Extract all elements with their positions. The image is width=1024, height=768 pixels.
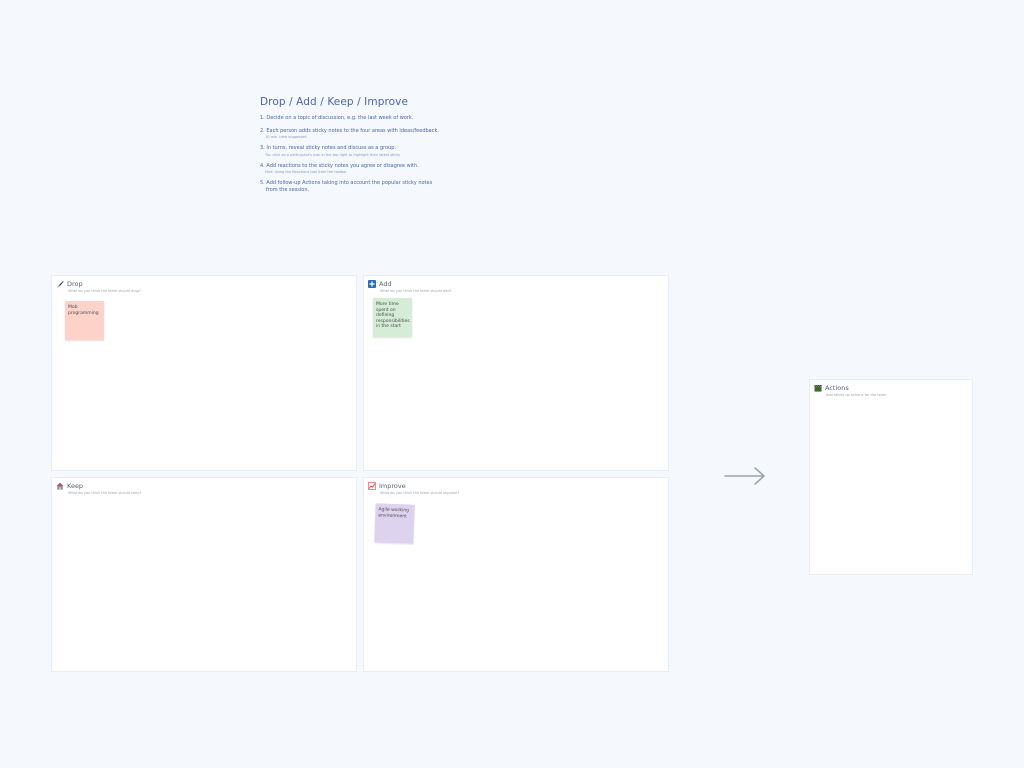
improve-header: Improve (368, 482, 406, 490)
step-4: 4. Add reactions to the sticky notes you… (260, 162, 419, 175)
drop-panel[interactable]: Drop What do you think the team should d… (51, 275, 357, 471)
keep-panel[interactable]: Keep What do you think the team should k… (51, 477, 357, 672)
add-subtitle: What do you think the team should add? (380, 289, 452, 293)
house-icon (56, 482, 64, 490)
sticky-note[interactable]: Mob programming (65, 301, 104, 340)
sticky-note[interactable]: More time spent on defining responsibili… (373, 298, 412, 337)
actions-panel[interactable]: Actions Add follow up actions for the te… (809, 379, 973, 575)
sticky-text: More time spent on defining responsibili… (376, 302, 410, 329)
sticky-text: Mob programming (68, 305, 99, 316)
actions-header: Actions (814, 384, 849, 392)
keep-title: Keep (67, 482, 84, 490)
chart-up-icon (368, 482, 376, 490)
sticky-text: Agile working environment (378, 507, 410, 519)
paintbrush-icon (56, 280, 64, 288)
step-1: 1. Decide on a topic of discussion, e.g.… (260, 115, 414, 121)
keep-header: Keep (56, 482, 83, 490)
add-title: Add (379, 280, 392, 288)
improve-subtitle: What do you think the team should improv… (380, 491, 460, 495)
keep-subtitle: What do you think the team should keep? (68, 491, 142, 495)
drop-subtitle: What do you think the team should drop? (68, 289, 141, 293)
improve-panel[interactable]: Improve What do you think the team shoul… (363, 477, 669, 672)
step-2: 2. Each person adds sticky notes to the … (260, 127, 439, 140)
plus-square-icon (368, 280, 376, 288)
drop-header: Drop (56, 280, 83, 288)
step-3: 3. In turns, reveal sticky notes and dis… (260, 145, 401, 157)
template-title: Drop / Add / Keep / Improve (260, 96, 409, 108)
actions-title: Actions (825, 384, 849, 392)
step-5: 5. Add follow-up Actions taking into acc… (260, 180, 433, 193)
add-header: Add (368, 280, 392, 288)
sticky-note[interactable]: Agile working environment (374, 503, 415, 544)
actions-subtitle: Add follow up actions for the team (826, 393, 887, 397)
clapperboard-icon (814, 384, 822, 392)
drop-title: Drop (67, 280, 83, 288)
instructions-block: Drop / Add / Keep / Improve 1. Decide on… (260, 96, 480, 199)
improve-title: Improve (379, 482, 406, 490)
arrow-right-icon (724, 466, 766, 490)
add-panel[interactable]: Add What do you think the team should ad… (363, 275, 669, 471)
